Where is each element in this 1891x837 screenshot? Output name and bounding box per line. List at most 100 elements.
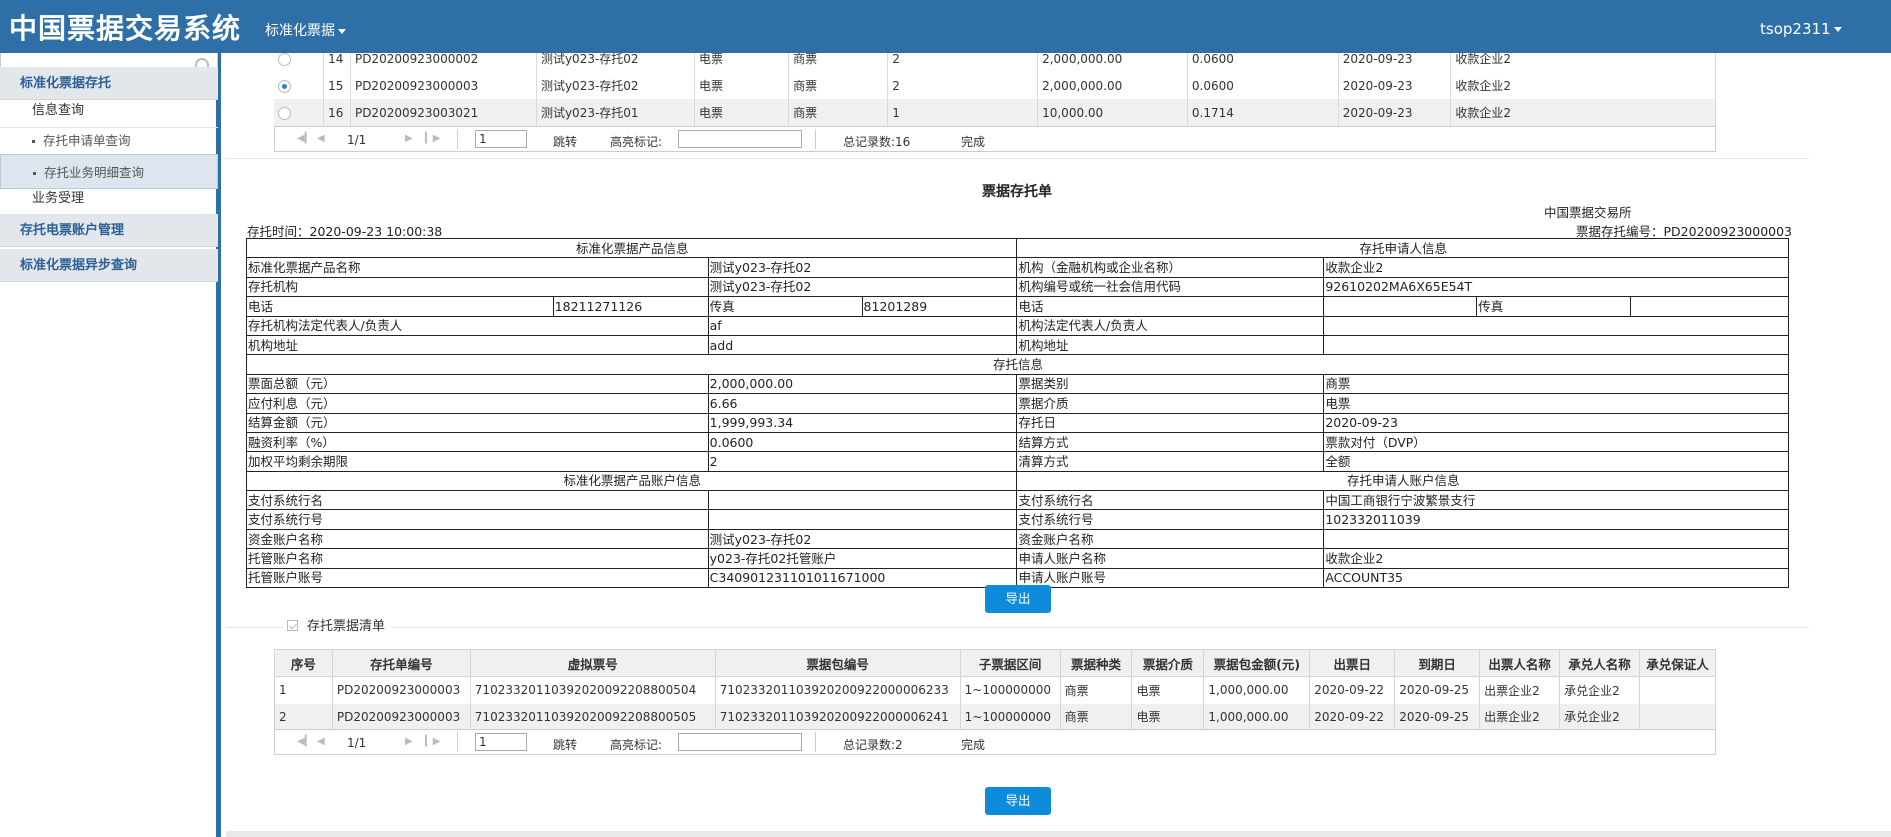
sidebar-item-account-mgmt[interactable]: 存托电票账户管理 xyxy=(0,214,218,247)
next-page-icon[interactable]: ▶ xyxy=(405,133,413,144)
field-value: 收款企业2 xyxy=(1323,257,1789,278)
checkbox-icon[interactable] xyxy=(287,620,298,631)
prev-page-icon[interactable]: ◀ xyxy=(317,736,325,747)
last-page-icon[interactable]: ▎▶ xyxy=(425,736,440,747)
field-label: 存托日 xyxy=(1016,412,1325,433)
page-input[interactable]: 1 xyxy=(475,733,527,751)
column-header[interactable]: 序号 xyxy=(274,649,333,677)
cell: PD20200923003021 xyxy=(350,99,537,126)
field-label: 标准化票据产品名称 xyxy=(246,257,709,278)
field-value xyxy=(1323,334,1789,356)
row-select[interactable] xyxy=(274,53,325,72)
column-header[interactable]: 子票据区间 xyxy=(959,649,1061,677)
column-header[interactable]: 票据包金额(元) xyxy=(1203,649,1311,677)
field-label: 机构法定代表人/负责人 xyxy=(1016,315,1325,336)
jump-button[interactable]: 跳转 xyxy=(553,736,577,753)
sidebar-item-application-query[interactable]: 存托申请单查询 xyxy=(0,123,218,158)
field-value: 2020-09-23 xyxy=(1323,412,1789,433)
field-label: 票据介质 xyxy=(1016,393,1325,414)
cell: 2020-09-22 xyxy=(1309,676,1396,704)
field-value xyxy=(1323,296,1478,317)
top-menu-label: 标准化票据 xyxy=(265,23,335,39)
radio-button[interactable] xyxy=(278,106,291,120)
row-select[interactable] xyxy=(274,99,325,126)
row-select[interactable] xyxy=(274,72,325,99)
sidebar-item-async-query[interactable]: 标准化票据异步查询 xyxy=(0,249,218,282)
field-value xyxy=(1323,315,1789,336)
first-page-icon[interactable]: ◀▎ xyxy=(297,736,312,747)
field-label: 电话 xyxy=(246,296,554,317)
bill-list-legend[interactable]: 存托票据清单 xyxy=(283,615,392,634)
top-menu-standard-bills[interactable]: 标准化票据 xyxy=(265,20,346,40)
cell: 0.0600 xyxy=(1187,53,1339,72)
user-menu[interactable]: tsop2311 xyxy=(1760,20,1842,38)
column-header[interactable]: 承兑人名称 xyxy=(1559,649,1640,677)
cell: 0.0600 xyxy=(1187,72,1339,99)
cell: 2020-09-25 xyxy=(1394,676,1481,704)
field-label: 机构（金融机构或企业名称） xyxy=(1016,257,1325,278)
column-header[interactable]: 虚拟票号 xyxy=(469,649,716,677)
cell: 2020-09-22 xyxy=(1309,703,1396,731)
column-header[interactable]: 承兑保证人 xyxy=(1638,649,1717,677)
doc-org: 中国票据交易所 xyxy=(1544,205,1632,220)
next-page-icon[interactable]: ▶ xyxy=(405,736,413,747)
cell: 收款企业2 xyxy=(1450,53,1716,72)
first-page-icon[interactable]: ◀▎ xyxy=(297,133,312,144)
field-value: 18211271126 xyxy=(552,296,709,317)
field-label: 票据类别 xyxy=(1016,373,1325,395)
field-value: y023-存托02托管账户 xyxy=(707,548,1018,569)
cell xyxy=(1639,703,1717,731)
export-button[interactable]: 导出 xyxy=(985,585,1051,613)
field-label: 传真 xyxy=(1476,296,1632,317)
divider xyxy=(815,129,816,149)
table-row[interactable]: 15 PD20200923000003 测试y023-存托02 电票 商票 2 … xyxy=(274,72,1716,99)
field-value: add xyxy=(707,334,1018,356)
jump-button[interactable]: 跳转 xyxy=(553,133,577,150)
status-text: 完成 xyxy=(961,738,986,752)
cell: PD20200923000003 xyxy=(332,703,471,731)
cell: 收款企业2 xyxy=(1450,72,1716,99)
highlight-input[interactable] xyxy=(678,733,802,751)
column-header[interactable]: 到期日 xyxy=(1394,649,1481,677)
table-row[interactable]: 14 PD20200923000002 测试y023-存托02 电票 商票 2 … xyxy=(274,53,1716,72)
field-value: 收款企业2 xyxy=(1323,548,1789,569)
field-label: 机构地址 xyxy=(246,334,709,356)
field-value: 102332011039 xyxy=(1323,509,1789,530)
field-value: ACCOUNT35 xyxy=(1323,567,1789,589)
cell: 1,000,000.00 xyxy=(1203,703,1311,731)
radio-button-selected[interactable] xyxy=(278,79,291,93)
table-row[interactable]: 16 PD20200923003021 测试y023-存托01 电票 商票 1 … xyxy=(274,99,1716,126)
cell: 出票企业2 xyxy=(1479,676,1561,704)
prev-page-icon[interactable]: ◀ xyxy=(317,133,325,144)
page-input[interactable]: 1 xyxy=(475,130,527,148)
column-header[interactable]: 出票人名称 xyxy=(1479,649,1561,677)
field-value: 2 xyxy=(707,451,1018,472)
column-header[interactable]: 票据包编号 xyxy=(714,649,961,677)
table-row[interactable]: 1 PD20200923000003 710233201103920200922… xyxy=(274,676,1717,704)
cell: 2020-09-23 xyxy=(1338,72,1452,99)
cell: 710233201103920200922000006241 xyxy=(715,703,961,731)
status-text: 完成 xyxy=(961,135,986,149)
export-button-bottom[interactable]: 导出 xyxy=(985,787,1051,815)
cell: 2020-09-23 xyxy=(1338,99,1452,126)
last-page-icon[interactable]: ▎▶ xyxy=(425,133,440,144)
pagination-bar: ◀▎ ◀ 1/1 ▶ ▎▶ 1 跳转 高亮标记: 总记录数:16 完成 xyxy=(274,126,1716,152)
highlight-input[interactable] xyxy=(678,130,802,148)
cell xyxy=(1639,676,1717,704)
field-label: 资金账户名称 xyxy=(1016,528,1325,550)
table-row[interactable]: 2 PD20200923000003 710233201103920200922… xyxy=(274,703,1717,731)
field-label: 结算金额（元） xyxy=(246,412,709,433)
cell: 测试y023-存托02 xyxy=(536,53,696,72)
cell: 16 xyxy=(323,99,351,126)
divider xyxy=(226,627,1809,628)
sidebar-item-business[interactable]: 业务受理 xyxy=(0,181,218,216)
bill-list-title: 存托票据清单 xyxy=(307,619,386,634)
column-header[interactable]: 票据介质 xyxy=(1131,649,1205,677)
column-header[interactable]: 票据种类 xyxy=(1059,649,1133,677)
column-header[interactable]: 出票日 xyxy=(1309,649,1396,677)
cell: 1~100000000 xyxy=(960,703,1061,731)
column-header[interactable]: 存托单编号 xyxy=(331,649,471,677)
cell: 1 xyxy=(887,99,1039,126)
radio-button[interactable] xyxy=(278,53,291,66)
cell: 14 xyxy=(323,53,351,72)
